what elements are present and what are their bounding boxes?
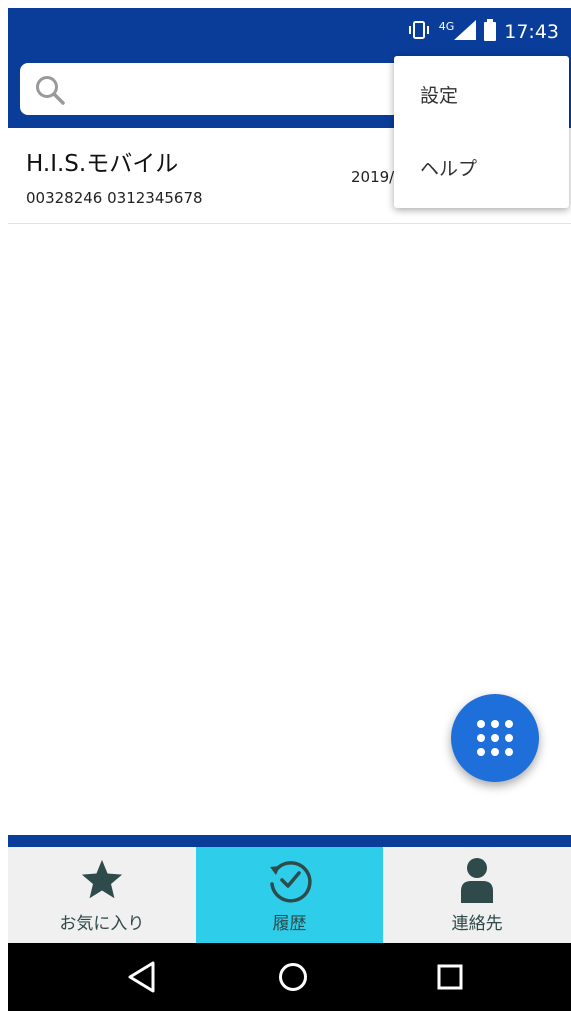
call-date: 2019/ (351, 168, 395, 186)
clock-icon (267, 857, 313, 907)
tabs-divider (8, 835, 571, 847)
bottom-tabs: お気に入り 履歴 連絡先 (8, 847, 571, 943)
app-frame: 4G 17:43 H.I.S.モバイル 00328246 0312345678 … (8, 8, 571, 1011)
status-time: 17:43 (504, 21, 559, 43)
tab-label: 履歴 (272, 914, 307, 934)
home-icon[interactable] (276, 960, 310, 998)
dialpad-icon (477, 720, 513, 756)
navigation-bar (8, 943, 571, 1011)
tab-label: お気に入り (59, 914, 145, 934)
search-icon[interactable] (34, 74, 66, 110)
star-icon (79, 857, 125, 907)
tab-history[interactable]: 履歴 (195, 847, 384, 943)
status-bar: 4G 17:43 (407, 8, 571, 56)
signal-icon (454, 20, 477, 44)
phone-number: 00328246 0312345678 (26, 189, 203, 207)
recents-icon[interactable] (433, 960, 467, 998)
menu-item-settings[interactable]: 設定 (394, 56, 569, 132)
contact-name: H.I.S.モバイル (26, 151, 179, 177)
tab-favorites[interactable]: お気に入り (8, 847, 196, 943)
tab-label: 連絡先 (451, 914, 503, 934)
menu-item-help[interactable]: ヘルプ (394, 132, 569, 206)
person-icon (457, 857, 497, 907)
network-label: 4G (438, 19, 455, 33)
overflow-menu: 設定 ヘルプ (394, 56, 569, 208)
battery-icon (484, 19, 497, 45)
vibrate-icon (407, 20, 431, 44)
dialpad-button[interactable] (451, 694, 539, 782)
back-icon[interactable] (126, 960, 158, 998)
tab-contacts[interactable]: 連絡先 (383, 847, 571, 943)
